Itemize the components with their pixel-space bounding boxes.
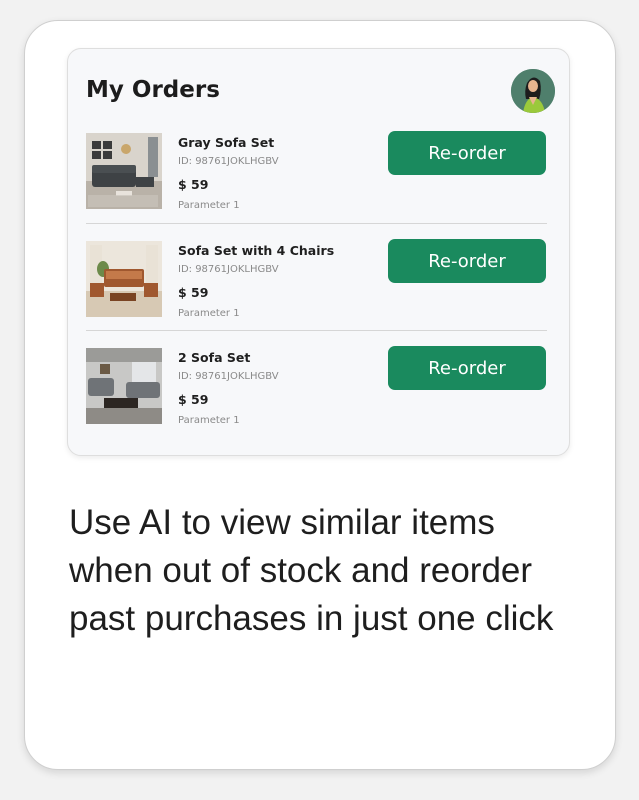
item-name: Gray Sofa Set <box>178 135 275 150</box>
item-id: ID: 98761JOKLHGBV <box>178 156 279 167</box>
item-price: $ 59 <box>178 177 209 192</box>
feature-card: My Orders Gray Sofa Set ID: 98761JOKLHGB… <box>24 20 616 770</box>
item-price: $ 59 <box>178 285 209 300</box>
divider <box>86 223 547 224</box>
reorder-button[interactable]: Re-order <box>388 131 546 175</box>
avatar-illustration <box>511 69 555 113</box>
reorder-button[interactable]: Re-order <box>388 346 546 390</box>
wooden-sofa-set-photo <box>86 241 162 317</box>
item-parameter: Parameter 1 <box>178 200 240 211</box>
item-id: ID: 98761JOKLHGBV <box>178 264 279 275</box>
item-name: 2 Sofa Set <box>178 350 251 365</box>
divider <box>86 330 547 331</box>
item-id: ID: 98761JOKLHGBV <box>178 371 279 382</box>
two-sofa-set-photo <box>86 348 162 424</box>
item-parameter: Parameter 1 <box>178 308 240 319</box>
gray-sofa-set-photo <box>86 133 162 209</box>
page-title: My Orders <box>86 77 220 103</box>
orders-panel: My Orders Gray Sofa Set ID: 98761JOKLHGB… <box>67 48 570 456</box>
item-price: $ 59 <box>178 392 209 407</box>
feature-caption: Use AI to view similar items when out of… <box>69 503 554 638</box>
reorder-button[interactable]: Re-order <box>388 239 546 283</box>
user-avatar-icon[interactable] <box>511 69 555 113</box>
item-name: Sofa Set with 4 Chairs <box>178 243 335 258</box>
item-parameter: Parameter 1 <box>178 415 240 426</box>
order-row: 2 Sofa Set ID: 98761JOKLHGBV $ 59 Parame… <box>86 346 547 454</box>
